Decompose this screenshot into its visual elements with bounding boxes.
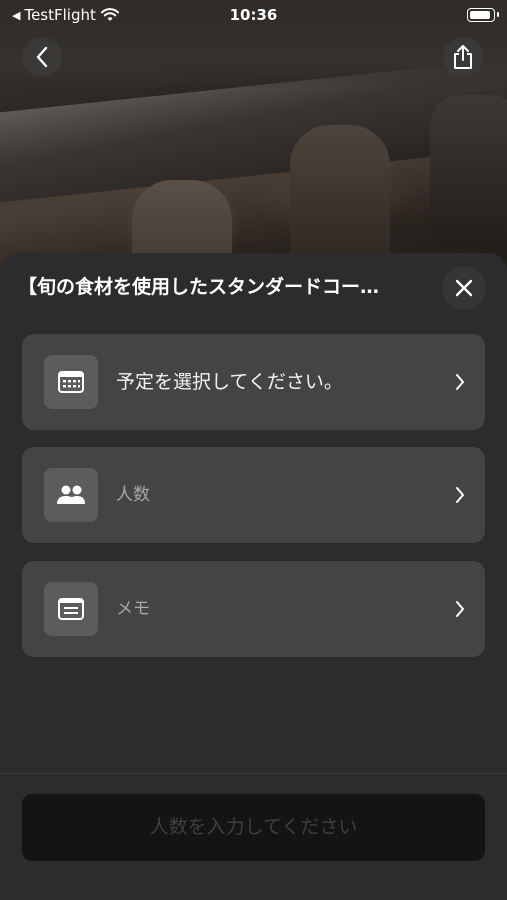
photo-chair bbox=[430, 95, 507, 245]
party-size-icon-box bbox=[44, 468, 98, 522]
sheet-title: 【旬の食材を使用したスタンダードコー… bbox=[18, 276, 380, 298]
chevron-left-icon bbox=[36, 46, 48, 68]
schedule-select-row[interactable]: 予定を選択してください。 bbox=[22, 334, 485, 430]
calendar-icon bbox=[58, 371, 84, 393]
share-button[interactable] bbox=[443, 37, 483, 77]
submit-button[interactable]: 人数を入力してください bbox=[22, 794, 485, 861]
photo-chair bbox=[290, 125, 390, 265]
battery-tip bbox=[497, 12, 499, 17]
schedule-select-label: 予定を選択してください。 bbox=[116, 371, 343, 393]
battery-icon bbox=[467, 8, 495, 22]
footer-divider bbox=[0, 773, 507, 774]
back-button[interactable] bbox=[22, 37, 62, 77]
memo-icon bbox=[58, 598, 84, 620]
chevron-right-icon bbox=[456, 601, 464, 617]
memo-row[interactable]: メモ bbox=[22, 561, 485, 657]
close-icon bbox=[455, 279, 473, 297]
chevron-right-icon bbox=[456, 374, 464, 390]
status-bar: ◀ TestFlight 10:36 bbox=[0, 0, 507, 30]
party-size-label: 人数 bbox=[116, 485, 150, 505]
status-time: 10:36 bbox=[229, 6, 278, 24]
share-icon bbox=[454, 45, 472, 69]
memo-icon-box bbox=[44, 582, 98, 636]
close-button[interactable] bbox=[442, 266, 486, 310]
memo-label: メモ bbox=[116, 599, 150, 619]
people-icon bbox=[57, 485, 85, 504]
schedule-icon-box bbox=[44, 355, 98, 409]
party-size-row[interactable]: 人数 bbox=[22, 447, 485, 543]
chevron-right-icon bbox=[456, 487, 464, 503]
